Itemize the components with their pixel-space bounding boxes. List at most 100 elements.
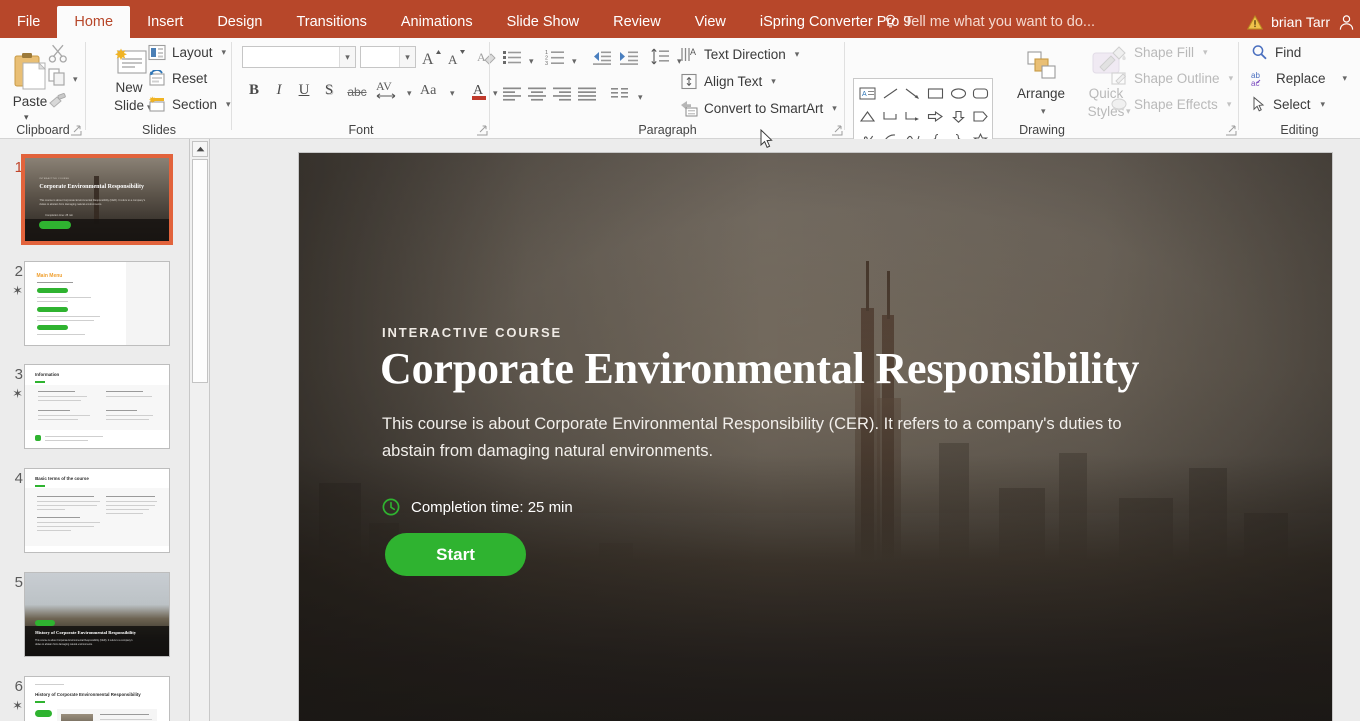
underline-button[interactable]: U bbox=[294, 82, 314, 99]
thumbnail-scroll-up-button[interactable] bbox=[192, 141, 208, 157]
align-text-button[interactable]: Align Text ▾ bbox=[680, 73, 776, 90]
copy-button[interactable] bbox=[48, 68, 66, 91]
tab-insert[interactable]: Insert bbox=[130, 6, 200, 38]
thumbnail-number-4: 4 bbox=[14, 470, 23, 487]
arrange-caret[interactable]: ▾ bbox=[1041, 106, 1046, 117]
strikethrough-button[interactable]: abc bbox=[344, 85, 370, 99]
shape-arrow[interactable] bbox=[902, 82, 923, 104]
cut-button[interactable] bbox=[48, 44, 68, 68]
text-shadow-button[interactable]: S bbox=[319, 82, 339, 99]
tab-review[interactable]: Review bbox=[596, 6, 678, 38]
increase-font-size-button[interactable]: A bbox=[422, 47, 442, 72]
change-case-caret[interactable]: ▾ bbox=[447, 85, 455, 103]
align-left-button[interactable] bbox=[502, 86, 522, 107]
shape-outline-label: Shape Outline bbox=[1134, 71, 1220, 86]
arrange-button[interactable]: Arrange ▾ bbox=[1010, 48, 1072, 126]
drawing-dialog-launcher[interactable] bbox=[1225, 124, 1237, 136]
thumbnail-number-3: 3 bbox=[14, 366, 23, 383]
tab-slide-show[interactable]: Slide Show bbox=[490, 6, 597, 38]
bold-button[interactable]: B bbox=[244, 82, 264, 99]
mini-line bbox=[36, 315, 100, 317]
copy-dropdown-caret[interactable]: ▾ bbox=[70, 71, 78, 89]
layout-button[interactable]: Layout ▾ bbox=[148, 44, 226, 61]
slide-body-text[interactable]: This course is about Corporate Environme… bbox=[382, 411, 1142, 464]
columns-button[interactable] bbox=[610, 86, 630, 107]
shape-oval[interactable] bbox=[948, 82, 969, 104]
character-spacing-button[interactable]: AV bbox=[375, 78, 401, 105]
tab-file[interactable]: File bbox=[0, 6, 57, 38]
select-button[interactable]: Select ▾ bbox=[1251, 96, 1325, 113]
start-button[interactable]: Start bbox=[385, 533, 526, 576]
align-right-button[interactable] bbox=[552, 86, 572, 107]
font-size-caret[interactable]: ▾ bbox=[399, 47, 415, 67]
find-button[interactable]: Find bbox=[1251, 44, 1301, 61]
tab-home[interactable]: Home bbox=[57, 6, 131, 38]
layout-dropdown-caret[interactable]: ▾ bbox=[222, 47, 227, 58]
slide-thumbnail-pane[interactable]: 1 INTERACTIVE COURSE Corporate Environme… bbox=[0, 139, 190, 721]
paragraph-dialog-launcher[interactable] bbox=[831, 124, 843, 136]
font-color-button[interactable]: A bbox=[471, 81, 487, 106]
thumbnail-scrollbar[interactable] bbox=[190, 139, 210, 721]
shape-rectangle[interactable] bbox=[925, 82, 946, 104]
select-caret[interactable]: ▾ bbox=[1321, 99, 1326, 110]
shape-rounded-rectangle[interactable] bbox=[970, 82, 991, 104]
convert-to-smartart-caret[interactable]: ▾ bbox=[832, 103, 837, 114]
mini-slide-1: INTERACTIVE COURSE Corporate Environment… bbox=[25, 158, 169, 241]
line-spacing-button[interactable] bbox=[650, 48, 670, 71]
italic-button[interactable]: I bbox=[269, 82, 289, 99]
mini-line bbox=[105, 500, 158, 502]
clipboard-dialog-launcher[interactable] bbox=[70, 124, 82, 136]
justify-button[interactable] bbox=[577, 86, 597, 107]
thumbnail-scrollbar-track[interactable] bbox=[192, 383, 208, 721]
align-text-caret[interactable]: ▾ bbox=[771, 76, 776, 87]
columns-caret[interactable]: ▾ bbox=[635, 89, 643, 107]
numbering-button[interactable]: 1 2 3 bbox=[545, 48, 565, 71]
reset-button[interactable]: Reset bbox=[148, 70, 207, 87]
tab-animations[interactable]: Animations bbox=[384, 6, 490, 38]
tab-view[interactable]: View bbox=[678, 6, 743, 38]
convert-to-smartart-button[interactable]: Convert to SmartArt ▾ bbox=[680, 100, 837, 117]
decrease-font-size-button[interactable]: A bbox=[447, 47, 467, 72]
change-case-button[interactable]: Aa bbox=[420, 83, 436, 99]
current-slide-canvas[interactable]: INTERACTIVE COURSE Corporate Environment… bbox=[298, 152, 1333, 721]
font-name-combo[interactable]: ▾ bbox=[242, 46, 356, 68]
mini-line bbox=[105, 504, 155, 506]
increase-indent-button[interactable] bbox=[619, 50, 639, 71]
bullets-caret[interactable]: ▾ bbox=[526, 53, 534, 71]
bullets-button[interactable] bbox=[502, 48, 522, 71]
thumbnail-frame-3[interactable]: Information bbox=[24, 364, 170, 449]
thumbnail-frame-4[interactable]: Basic terms of the course bbox=[24, 468, 170, 553]
font-size-combo[interactable]: ▾ bbox=[360, 46, 416, 68]
mini-line bbox=[105, 409, 138, 411]
tab-transitions[interactable]: Transitions bbox=[279, 6, 383, 38]
shape-line[interactable] bbox=[880, 82, 901, 104]
share-button[interactable] bbox=[1332, 6, 1360, 38]
shape-textbox[interactable]: A bbox=[857, 82, 878, 104]
increase-indent-icon bbox=[620, 51, 638, 65]
thumbnail-frame-2[interactable]: Main Menu bbox=[24, 261, 170, 346]
thumbnail-scrollbar-thumb[interactable] bbox=[192, 159, 208, 383]
slide-title[interactable]: Corporate Environmental Responsibility bbox=[380, 345, 1240, 393]
section-dropdown-caret[interactable]: ▾ bbox=[226, 99, 231, 110]
thumbnail-frame-5[interactable]: History of Corporate Environmental Respo… bbox=[24, 572, 170, 657]
replace-button[interactable]: ab ac Replace ▾ bbox=[1251, 70, 1347, 87]
tab-design[interactable]: Design bbox=[200, 6, 279, 38]
character-spacing-caret[interactable]: ▾ bbox=[404, 85, 412, 103]
thumbnail-frame-1[interactable]: INTERACTIVE COURSE Corporate Environment… bbox=[21, 154, 173, 245]
svg-text:ac: ac bbox=[1251, 79, 1259, 87]
numbering-caret[interactable]: ▾ bbox=[569, 53, 577, 71]
thumbnail-animation-star-3: ✶ bbox=[12, 386, 23, 401]
text-direction-caret[interactable]: ▾ bbox=[795, 49, 800, 60]
user-account[interactable]: brian Tarr bbox=[1247, 6, 1330, 38]
section-button[interactable]: Section ▾ bbox=[148, 96, 231, 113]
tell-me-search[interactable]: Tell me what you want to do... bbox=[884, 6, 1095, 38]
align-center-button[interactable] bbox=[527, 86, 547, 107]
replace-caret[interactable]: ▾ bbox=[1343, 73, 1348, 84]
paste-dropdown-caret[interactable]: ▾ bbox=[24, 112, 29, 123]
font-dialog-launcher[interactable] bbox=[476, 124, 488, 136]
font-name-caret[interactable]: ▾ bbox=[339, 47, 355, 67]
decrease-indent-button[interactable] bbox=[592, 50, 612, 71]
text-direction-button[interactable]: A Text Direction ▾ bbox=[680, 46, 799, 63]
thumbnail-frame-6[interactable]: History of Corporate Environmental Respo… bbox=[24, 676, 170, 721]
format-painter-button[interactable] bbox=[48, 92, 68, 115]
